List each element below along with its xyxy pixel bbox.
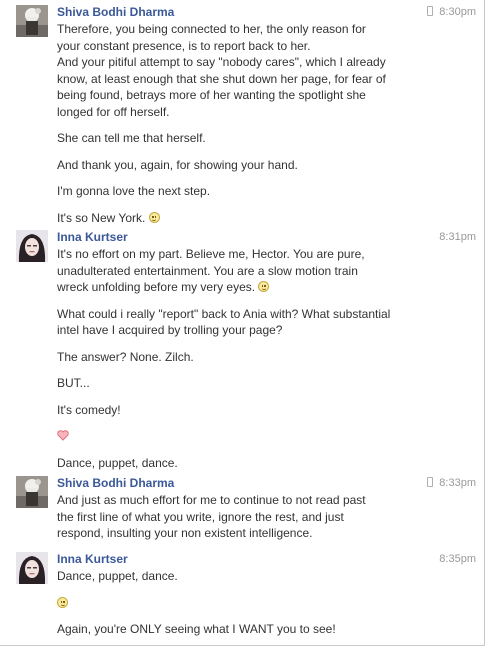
message-line: longed for off herself. (57, 104, 170, 119)
message-line: unadulterated entertainment. You are a s… (57, 263, 358, 278)
timestamp: 8:31pm (439, 231, 476, 243)
timestamp: 8:30pm (427, 5, 476, 19)
message-line-with-emoji: wreck unfolding before my very eyes. (57, 279, 471, 296)
smiley-icon (258, 281, 270, 292)
emoji-line (57, 595, 471, 612)
timestamp: 8:35pm (439, 553, 476, 565)
avatar[interactable] (16, 552, 48, 584)
message-line: The answer? None. Zilch. (57, 349, 194, 364)
sender-name[interactable]: Inna Kurtser (57, 230, 471, 246)
avatar[interactable] (16, 5, 48, 37)
mobile-phone-icon (427, 6, 434, 16)
message-item: Shiva Bodhi Dharma Therefore, you being … (16, 5, 476, 225)
heart-icon (57, 430, 69, 441)
message-line: Dance, puppet, dance. (57, 455, 178, 470)
sender-name[interactable]: Shiva Bodhi Dharma (57, 5, 471, 21)
message-text: It's so New York. (57, 210, 146, 225)
message-line: And thank you, again, for showing your h… (57, 157, 298, 172)
message-line: BUT... (57, 376, 90, 390)
message-line: It's comedy! (57, 402, 121, 417)
timestamp: 8:33pm (427, 476, 476, 490)
smiley-icon (57, 596, 68, 608)
message-item: Shiva Bodhi Dharma And just as much effo… (16, 476, 476, 546)
message-line: Again, you're ONLY seeing what I WANT yo… (57, 622, 336, 636)
message-line: being found, betrays more of her wanting… (57, 88, 366, 102)
heart-line (57, 428, 471, 445)
message-line-with-emoji: It's so New York. (57, 210, 471, 227)
message-text: wreck unfolding before my very eyes. (57, 280, 256, 294)
message-thread: Shiva Bodhi Dharma Therefore, you being … (0, 0, 485, 646)
sender-name[interactable]: Inna Kurtser (57, 552, 471, 568)
message-line: What could i really "report" back to Ani… (57, 306, 391, 321)
message-line: She can tell me that herself. (57, 131, 206, 145)
message-line: your constant presence, is to report bac… (57, 38, 311, 53)
message-line: Therefore, you being connected to her, t… (57, 22, 366, 36)
message-item: Inna Kurtser Dance, puppet, dance. Again… (16, 552, 476, 642)
message-line: And your pitiful attempt to say "nobody … (57, 55, 386, 69)
message-line: know, at least enough that she shut down… (57, 71, 386, 86)
message-line: And just as much effort for me to contin… (57, 493, 366, 507)
avatar[interactable] (16, 476, 48, 508)
message-line: respond, insulting your non existent int… (57, 526, 313, 540)
sender-name[interactable]: Shiva Bodhi Dharma (57, 476, 471, 492)
smiley-icon (148, 211, 160, 223)
message-item: Inna Kurtser It's no effort on my part. … (16, 230, 476, 470)
message-line: I'm gonna love the next step. (57, 184, 211, 198)
mobile-phone-icon (427, 477, 434, 487)
message-line: Dance, puppet, dance. (57, 569, 178, 583)
message-line: the first line of what you write, ignore… (57, 509, 344, 524)
message-line: It's no effort on my part. Believe me, H… (57, 247, 365, 261)
avatar[interactable] (16, 230, 48, 262)
message-line: intel have I acquired by trolling your p… (57, 323, 283, 337)
